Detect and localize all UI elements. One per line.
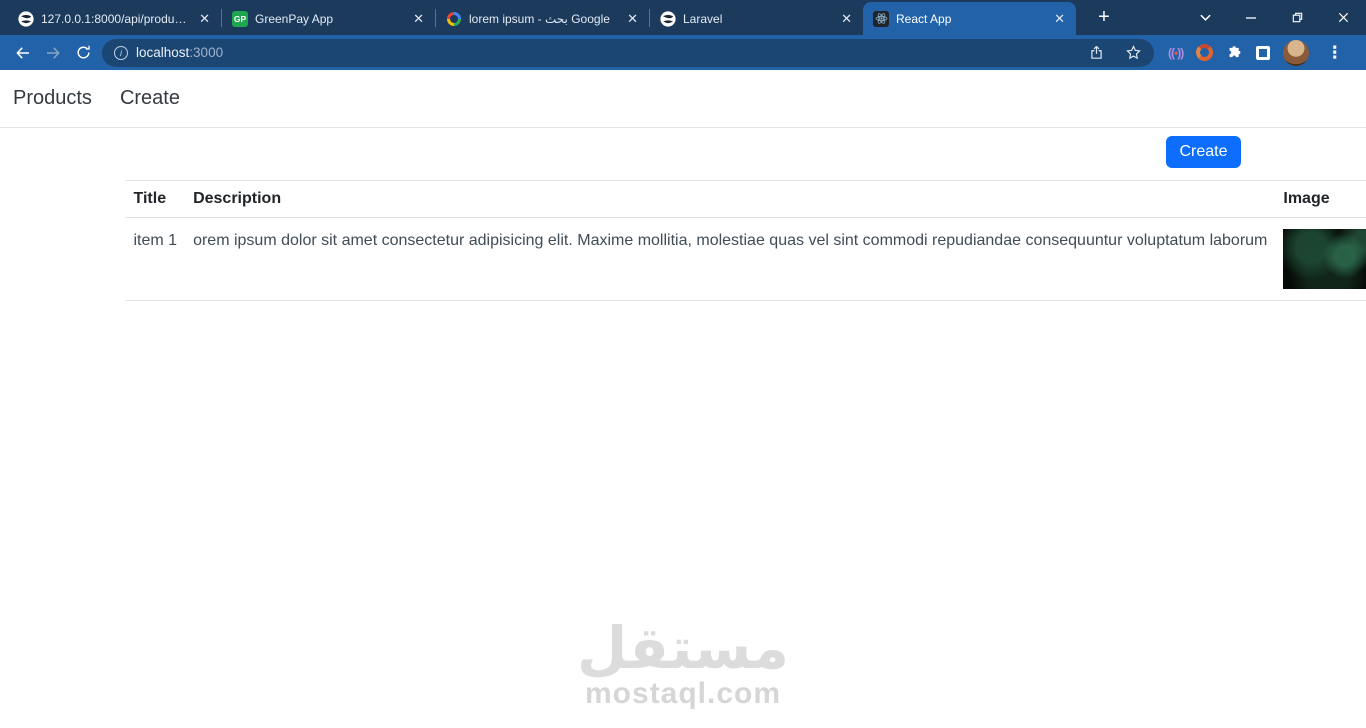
react-icon [873,10,889,27]
reload-button[interactable] [68,38,98,68]
tab-search-chevron-icon[interactable] [1182,0,1228,35]
minimize-button[interactable] [1228,0,1274,35]
extensions-area: ((•)) ⋮ [1168,39,1347,66]
tab-laravel[interactable]: Laravel ✕ [650,2,863,35]
profile-avatar[interactable] [1283,39,1310,66]
close-tab-icon[interactable]: ✕ [410,11,427,27]
browser-tab-strip: 127.0.0.1:8000/api/products ✕ GP GreenPa… [0,0,1366,35]
cell-description: orem ipsum dolor sit amet consectetur ad… [185,217,1276,301]
restore-window-button[interactable] [1274,0,1320,35]
tab-title: Laravel [683,11,723,26]
nav-link-products[interactable]: Products [13,87,92,110]
header-description: Description [185,180,1276,218]
google-icon [446,11,462,27]
tab-api-products[interactable]: 127.0.0.1:8000/api/products ✕ [8,2,221,35]
live-server-extension-icon[interactable]: ((•)) [1168,46,1184,60]
products-page: Create Title Description Image Delete it… [125,136,1366,301]
browser-toolbar: i localhost:3000 ((•)) ⋮ [0,35,1366,70]
close-tab-icon[interactable]: ✕ [624,11,641,27]
address-bar[interactable]: i localhost:3000 [102,38,1154,67]
extensions-puzzle-icon[interactable] [1226,44,1243,61]
tab-title: React App [896,11,952,26]
mostaql-domain-text: mostaql.com [584,676,782,710]
close-tab-icon[interactable]: ✕ [196,11,213,27]
tab-title: lorem ipsum - بحث Google [469,11,610,26]
share-icon[interactable] [1088,44,1105,61]
tab-google-search[interactable]: lorem ipsum - بحث Google ✕ [436,2,649,35]
tab-react-app-active[interactable]: React App ✕ [863,2,1076,35]
back-button[interactable] [8,38,38,68]
tab-title: GreenPay App [255,11,334,26]
product-thumbnail [1283,229,1366,289]
tab-greenpay[interactable]: GP GreenPay App ✕ [222,2,435,35]
table-row: item 1 orem ipsum dolor sit amet consect… [125,217,1366,301]
header-title: Title [125,180,186,218]
app-navbar: Products Create [0,70,1366,128]
globe-icon [18,10,34,27]
donut-extension-icon[interactable] [1196,44,1214,61]
cell-title: item 1 [125,217,186,301]
new-tab-button[interactable]: + [1090,6,1118,29]
close-window-button[interactable] [1320,0,1366,35]
tab-title: 127.0.0.1:8000/api/products [41,11,190,26]
close-tab-icon[interactable]: ✕ [838,11,855,27]
header-image: Image [1275,180,1366,218]
url-text: localhost:3000 [136,45,224,60]
close-tab-icon[interactable]: ✕ [1051,11,1068,27]
site-info-icon[interactable]: i [114,45,128,60]
products-table: Title Description Image Delete item 1 or… [125,180,1366,301]
square-extension-icon[interactable] [1256,45,1271,60]
bookmark-star-icon[interactable] [1125,44,1142,61]
mostaql-arabic-logo: مستقل [576,616,790,681]
create-product-button[interactable]: Create [1166,136,1241,168]
forward-button[interactable] [38,38,68,68]
table-header-row: Title Description Image Delete [125,180,1366,218]
mostaql-watermark: مستقل mostaql.com [577,617,789,711]
nav-link-create[interactable]: Create [120,87,180,110]
greenpay-icon: GP [232,10,248,27]
globe-icon [660,10,676,27]
browser-menu-icon[interactable]: ⋮ [1322,43,1347,63]
cell-image [1275,217,1366,301]
